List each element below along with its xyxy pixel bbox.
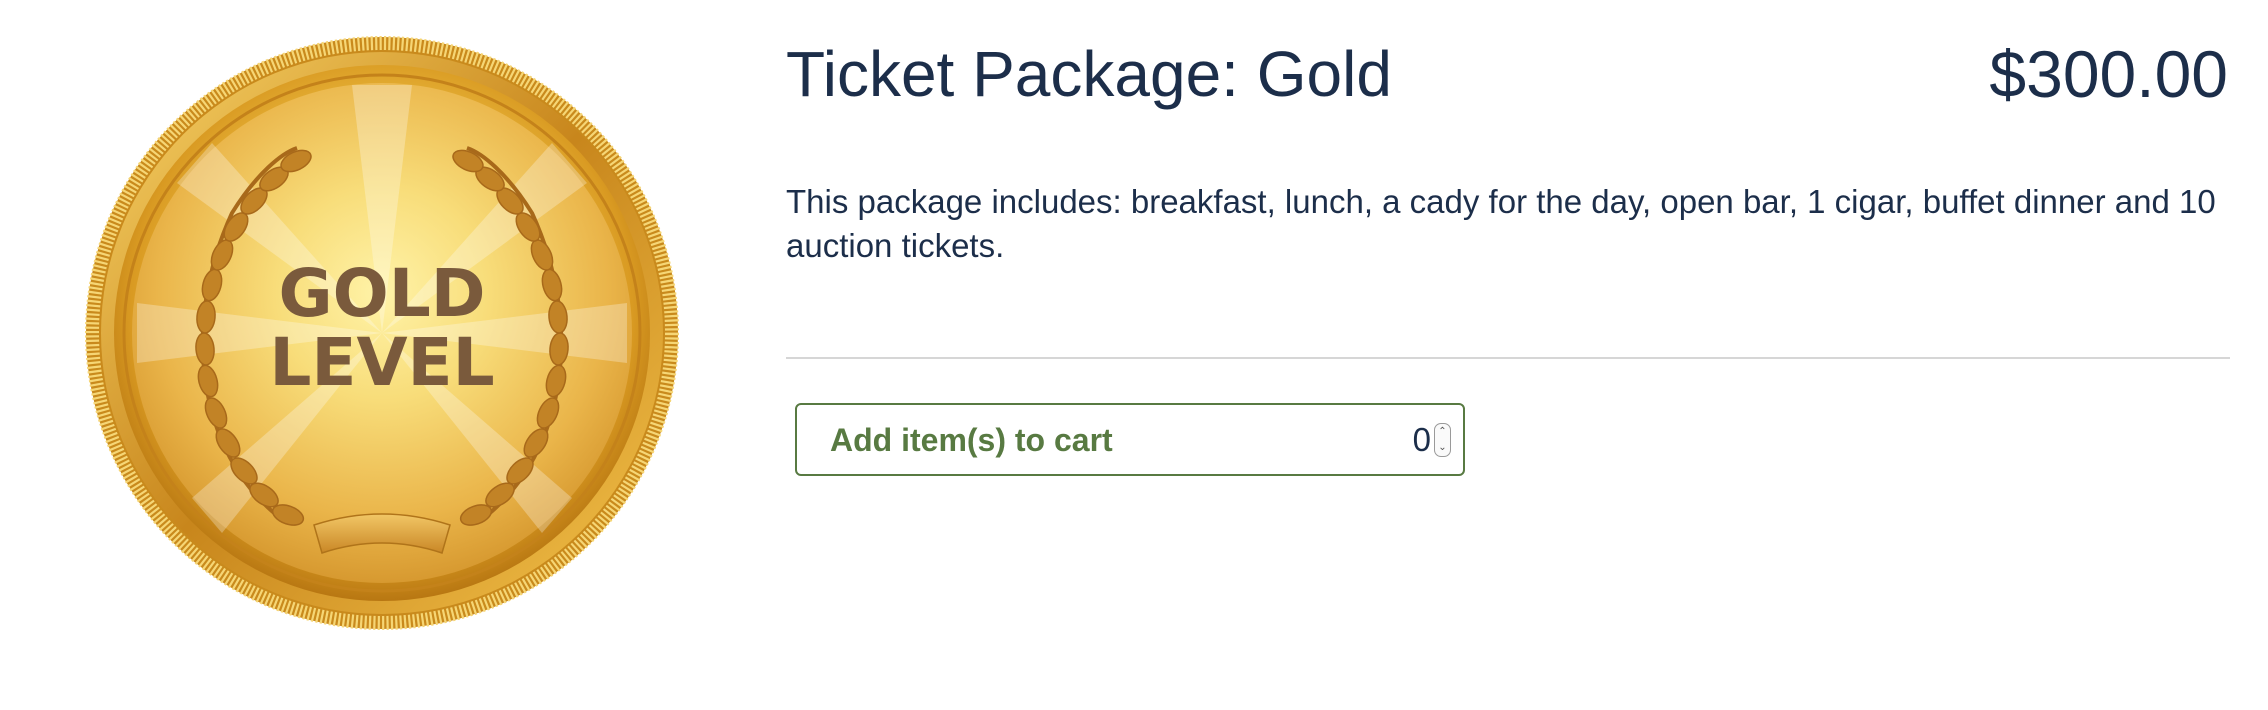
product-image: GOLD LEVEL xyxy=(82,33,682,633)
product-price: $300.00 xyxy=(1989,37,2228,111)
medal-text-gold: GOLD xyxy=(278,255,485,332)
add-to-cart-label[interactable]: Add item(s) to cart xyxy=(830,405,1113,475)
quantity-stepper[interactable]: ⌃ ⌄ xyxy=(1434,423,1451,457)
section-divider xyxy=(786,357,2230,359)
product-title: Ticket Package: Gold xyxy=(786,38,1392,110)
add-to-cart-control[interactable]: Add item(s) to cart 0 ⌃ ⌄ xyxy=(795,403,1465,476)
chevron-down-icon[interactable]: ⌄ xyxy=(1435,440,1450,456)
quantity-input[interactable]: 0 xyxy=(1413,405,1431,475)
chevron-up-icon[interactable]: ⌃ xyxy=(1435,424,1450,440)
product-description: This package includes: breakfast, lunch,… xyxy=(786,183,2216,264)
gold-medal-icon: GOLD LEVEL xyxy=(85,36,679,630)
medal-text-level: LEVEL xyxy=(269,324,494,401)
